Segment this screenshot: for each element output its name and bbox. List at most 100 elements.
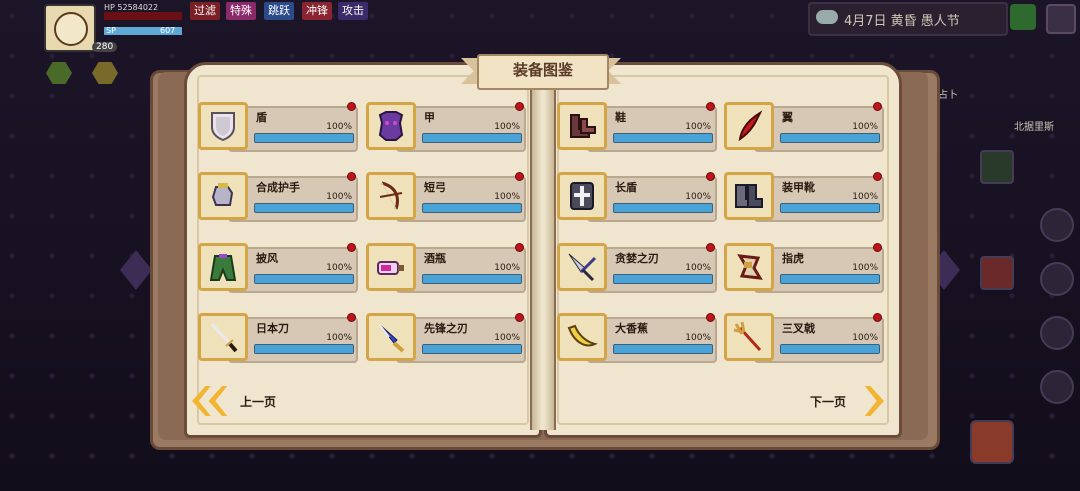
tag-attack[interactable]: 攻击 xyxy=(338,2,368,20)
new-indicator xyxy=(873,313,882,322)
prev-page-label: 上一页 xyxy=(240,394,277,409)
completion-pct: 100% xyxy=(494,333,520,343)
book-spine xyxy=(530,64,556,430)
completion-pct: 100% xyxy=(852,122,878,132)
completion-bar xyxy=(422,203,522,213)
equipment-name: 装甲靴 xyxy=(782,181,815,194)
completion-bar xyxy=(780,133,880,143)
greed-blade-icon xyxy=(557,243,607,291)
dice-icon[interactable] xyxy=(980,256,1014,290)
meat-item-icon[interactable] xyxy=(970,420,1014,464)
equipment-card-wings[interactable]: 翼 100% xyxy=(724,102,884,152)
tag-dash[interactable]: 冲锋 xyxy=(302,2,332,20)
zoom-icon[interactable] xyxy=(1040,262,1074,296)
completion-pct: 100% xyxy=(494,263,520,273)
completion-pct: 100% xyxy=(494,122,520,132)
hp-value: 52584022 xyxy=(117,3,159,12)
equipment-card-cloak[interactable]: 披风 100% xyxy=(198,243,358,293)
completion-pct: 100% xyxy=(852,263,878,273)
equipment-card-vanguard-blade[interactable]: 先锋之刃 100% xyxy=(366,313,526,363)
equipment-name: 盾 xyxy=(256,111,267,124)
tag-jump[interactable]: 跳跃 xyxy=(264,2,294,20)
equipment-card-gauntlet[interactable]: 合成护手 100% xyxy=(198,172,358,222)
completion-bar xyxy=(613,203,713,213)
completion-pct: 100% xyxy=(326,263,352,273)
bow-icon xyxy=(366,172,416,220)
new-indicator xyxy=(347,172,356,181)
close-icon[interactable] xyxy=(1046,4,1076,34)
equipment-name: 长盾 xyxy=(615,181,637,194)
hp-readout: HP 52584022 xyxy=(104,3,158,12)
equipment-name: 翼 xyxy=(782,111,793,124)
new-indicator xyxy=(873,102,882,111)
equipment-card-armored-boots[interactable]: 装甲靴 100% xyxy=(724,172,884,222)
equipment-card-knuckles[interactable]: 指虎 100% xyxy=(724,243,884,293)
completion-pct: 100% xyxy=(326,333,352,343)
date-panel: 4月7日 黄昏 愚人节 xyxy=(808,2,1008,36)
completion-pct: 100% xyxy=(685,333,711,343)
new-indicator xyxy=(873,243,882,252)
player-level: 280 xyxy=(92,42,118,52)
completion-bar xyxy=(613,133,713,143)
title-banner: 装备图鉴 xyxy=(461,54,621,90)
completion-bar xyxy=(254,133,354,143)
equipment-card-armor[interactable]: 甲 100% xyxy=(366,102,526,152)
equipment-card-trident[interactable]: 三叉戟 100% xyxy=(724,313,884,363)
completion-pct: 100% xyxy=(494,192,520,202)
banana-icon xyxy=(557,313,607,361)
player-portrait[interactable] xyxy=(44,4,96,52)
completion-pct: 100% xyxy=(852,192,878,202)
equipment-card-katana[interactable]: 日本刀 100% xyxy=(198,313,358,363)
top-hud: 280 HP 52584022 SP 607 过滤 特殊 跳跃 冲锋 攻击 4月… xyxy=(0,0,1080,52)
completion-bar xyxy=(254,203,354,213)
hp-label: HP xyxy=(104,3,115,12)
completion-bar xyxy=(613,274,713,284)
search-icon[interactable] xyxy=(1040,208,1074,242)
next-page-label: 下一页 xyxy=(810,394,847,409)
equipment-card-big-banana[interactable]: 大香蕉 100% xyxy=(557,313,717,363)
equipment-name: 鞋 xyxy=(615,111,626,124)
equipment-name: 大香蕉 xyxy=(615,322,648,335)
page-title: 装备图鉴 xyxy=(512,61,573,79)
new-indicator xyxy=(347,102,356,111)
completion-bar xyxy=(613,344,713,354)
equipment-card-greed-blade[interactable]: 贪婪之刃 100% xyxy=(557,243,717,293)
new-indicator xyxy=(706,243,715,252)
equipment-name: 贪婪之刃 xyxy=(615,252,659,265)
equipment-name: 合成护手 xyxy=(256,181,300,194)
new-indicator xyxy=(706,313,715,322)
trident-icon xyxy=(724,313,774,361)
equipment-name: 指虎 xyxy=(782,252,804,265)
equipment-card-bottle[interactable]: 酒瓶 100% xyxy=(366,243,526,293)
tag-filter[interactable]: 过滤 xyxy=(190,2,220,20)
prev-page-button[interactable]: 上一页 xyxy=(192,386,276,416)
new-indicator xyxy=(515,313,524,322)
equipment-card-shield[interactable]: 盾 100% xyxy=(198,102,358,152)
new-indicator xyxy=(347,313,356,322)
tag-special[interactable]: 特殊 xyxy=(226,2,256,20)
swap-icon[interactable] xyxy=(1040,316,1074,350)
equipment-name: 三叉戟 xyxy=(782,322,815,335)
completion-bar xyxy=(422,133,522,143)
completion-pct: 100% xyxy=(685,192,711,202)
weapon-slot-icon[interactable] xyxy=(980,150,1014,184)
shield-icon xyxy=(198,102,248,150)
book-icon[interactable] xyxy=(1040,370,1074,404)
vanguard-blade-icon xyxy=(366,313,416,361)
completion-pct: 100% xyxy=(685,122,711,132)
equipment-card-tower-shield[interactable]: 长盾 100% xyxy=(557,172,717,222)
equipment-card-shortbow[interactable]: 短弓 100% xyxy=(366,172,526,222)
equipment-name: 甲 xyxy=(424,111,435,124)
completion-bar xyxy=(254,274,354,284)
gauntlet-icon xyxy=(198,172,248,220)
shoes-icon xyxy=(557,102,607,150)
tower-shield-icon xyxy=(557,172,607,220)
equipment-card-shoes[interactable]: 鞋 100% xyxy=(557,102,717,152)
map-icon[interactable] xyxy=(1010,4,1036,30)
completion-bar xyxy=(780,203,880,213)
next-page-button[interactable]: 下一页 xyxy=(810,386,892,416)
completion-pct: 100% xyxy=(326,192,352,202)
equipment-name: 日本刀 xyxy=(256,322,289,335)
cloak-icon xyxy=(198,243,248,291)
equipment-name: 披风 xyxy=(256,252,278,265)
